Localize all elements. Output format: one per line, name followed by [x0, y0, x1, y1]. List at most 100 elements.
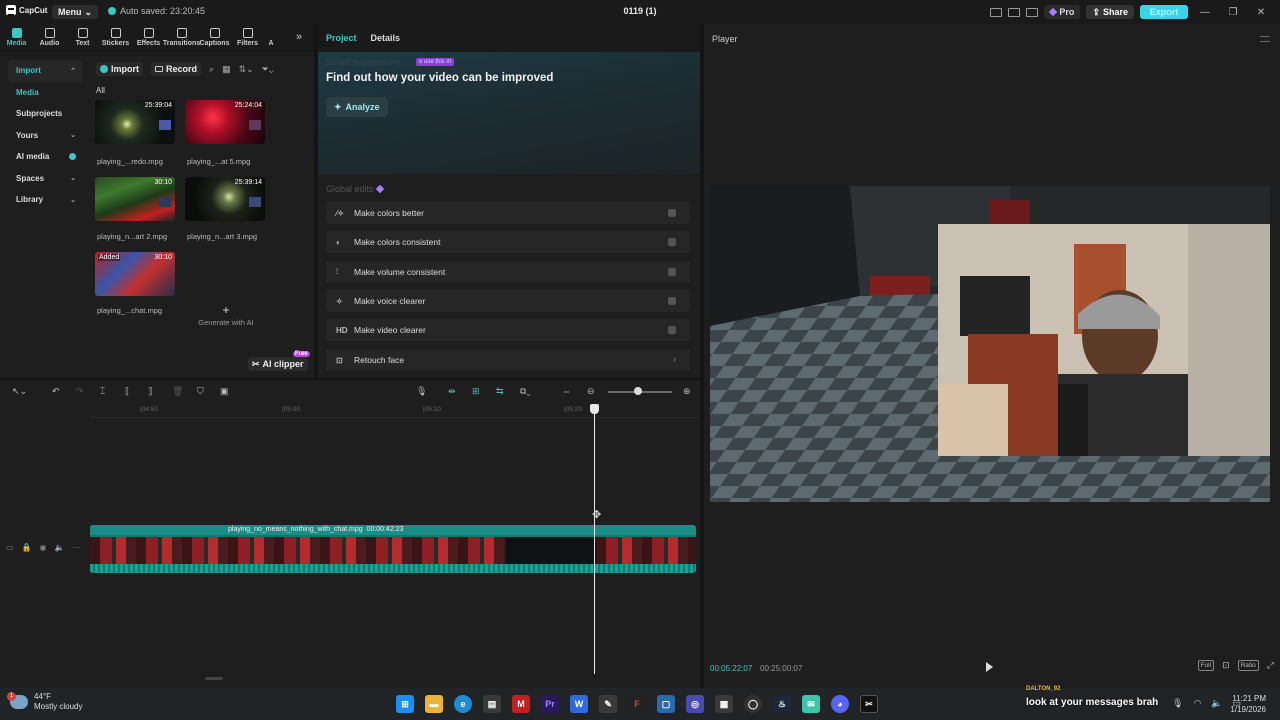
more-tabs-icon[interactable]: » — [296, 31, 302, 43]
discord-icon[interactable]: ◕ — [831, 695, 849, 713]
tab-transitions[interactable]: Transitions — [163, 24, 200, 52]
fit-icon[interactable]: ⇔ — [562, 386, 571, 396]
snap-icon[interactable]: ⇆ — [496, 386, 504, 397]
video-preview[interactable] — [710, 186, 1270, 502]
tab-adjust[interactable]: A — [264, 24, 278, 52]
zoom-slider-knob[interactable] — [634, 387, 642, 395]
analyze-button[interactable]: ✦ Analyze — [326, 97, 388, 117]
obs-icon[interactable]: ◎ — [686, 695, 704, 713]
search-icon[interactable]: ⌕ — [209, 64, 214, 75]
edit-make-colors-better[interactable]: ⁄✧ Make colors better — [326, 202, 690, 224]
screenshot-icon[interactable]: ⊡ — [1222, 660, 1230, 671]
project-title[interactable]: 0119 (1) — [560, 6, 720, 16]
trim-left-icon[interactable]: ⟦ — [125, 386, 129, 397]
tab-filters[interactable]: Filters — [231, 24, 264, 52]
ai-clipper-button[interactable]: ✂ AI clipper Free — [248, 351, 310, 371]
tab-media[interactable]: Media — [0, 24, 33, 52]
sidebar-item-ai-media[interactable]: AI media — [8, 146, 82, 168]
tab-effects[interactable]: Effects — [132, 24, 165, 52]
volume-tray-icon[interactable]: 🔈 — [1211, 698, 1222, 709]
playhead[interactable] — [594, 406, 595, 674]
edit-make-video-clearer[interactable]: HD Make video clearer — [326, 319, 690, 341]
record-button[interactable]: Record — [151, 62, 202, 76]
split-icon[interactable]: ⌶ — [100, 386, 105, 397]
weather-widget[interactable]: 1 44°F Mostly cloudy — [7, 692, 82, 712]
sidebar-item-media[interactable]: Media — [8, 82, 82, 104]
eye-icon[interactable]: ◉ — [40, 543, 47, 552]
toggle[interactable] — [668, 238, 676, 246]
zoom-out-icon[interactable]: ⊖ — [587, 386, 595, 397]
file-explorer-icon[interactable]: ▬ — [425, 695, 443, 713]
trim-right-icon[interactable]: ⟧ — [148, 386, 152, 397]
f-app-icon[interactable]: F — [628, 695, 646, 713]
toggle[interactable] — [668, 209, 676, 217]
menu-icon[interactable] — [1260, 36, 1270, 42]
shortcuts-icon[interactable] — [1026, 7, 1039, 17]
track-cover-icon[interactable]: ▭ — [6, 543, 14, 552]
marker-icon[interactable]: ⛉ — [197, 386, 204, 397]
import-button[interactable]: Import — [96, 62, 143, 76]
media-thumbnail[interactable]: 25:39:14 — [185, 177, 265, 221]
media-thumbnail[interactable]: 30:10 — [95, 177, 175, 221]
tab-project[interactable]: Project — [326, 33, 357, 43]
tab-text[interactable]: Text — [66, 24, 99, 52]
windows-start-icon[interactable]: ⊞ — [396, 695, 414, 713]
toggle[interactable] — [668, 297, 676, 305]
tab-details[interactable]: Details — [371, 33, 401, 43]
tab-audio[interactable]: Audio — [33, 24, 66, 52]
preview-axis-icon[interactable]: ⧉⌄ — [520, 386, 531, 397]
settings-list-icon[interactable] — [1008, 7, 1021, 17]
window-app-icon[interactable]: ▢ — [657, 695, 675, 713]
share-button[interactable]: ⇪ Share — [1086, 5, 1134, 19]
play-icon[interactable] — [986, 662, 993, 672]
generate-with-ai-card[interactable]: + Generate with AI — [186, 302, 266, 346]
store-icon[interactable]: ▤ — [483, 695, 501, 713]
time-ruler[interactable]: |04:50 |05:00 |05:10 |05:20 — [90, 404, 700, 418]
media-thumbnail[interactable]: Added 30:10 — [95, 252, 175, 296]
chat-app-icon[interactable]: ✉ — [802, 695, 820, 713]
edit-make-voice-clearer[interactable]: ✧ Make voice clearer — [326, 290, 690, 312]
premiere-icon[interactable]: Pr — [541, 695, 559, 713]
export-button[interactable]: Export — [1140, 5, 1188, 19]
steam-icon[interactable]: ♨ — [773, 695, 791, 713]
playhead-handle[interactable] — [590, 404, 599, 414]
video-clip[interactable]: playing_no_means_nothing_with_chat.mpg 0… — [90, 525, 696, 573]
layout-icon[interactable] — [990, 7, 1003, 17]
pro-button[interactable]: Pro — [1044, 5, 1081, 19]
sidebar-item-subprojects[interactable]: Subprojects — [8, 103, 82, 125]
fullscreen-icon[interactable]: ⤢ — [1267, 660, 1274, 671]
ratio-button[interactable]: Ratio — [1237, 660, 1259, 671]
microphone-tray-icon[interactable]: 🎙 — [1172, 698, 1183, 709]
wifi-icon[interactable]: ◠ — [1193, 698, 1201, 709]
full-button[interactable]: Full — [1197, 660, 1215, 671]
maximize-icon[interactable]: ❐ — [1222, 7, 1244, 18]
menu-button[interactable]: Menu ⌄ — [52, 5, 99, 19]
edit-make-colors-consistent[interactable]: ◐ Make colors consistent — [326, 231, 690, 253]
redo-icon[interactable]: ↷ — [76, 386, 84, 397]
grid-view-icon[interactable]: ▦ — [222, 64, 231, 75]
media-thumbnail[interactable]: 25:24:04 — [185, 100, 265, 144]
mcafee-icon[interactable]: M — [512, 695, 530, 713]
minimize-icon[interactable]: — — [1194, 7, 1216, 18]
horizontal-scrollbar[interactable] — [205, 677, 223, 680]
edit-make-volume-consistent[interactable]: ⫶ Make volume consistent — [326, 261, 690, 283]
edit-retouch-face[interactable]: ⊡ Retouch face › — [326, 349, 690, 371]
sort-icon[interactable]: ⇅⌄ — [239, 64, 254, 75]
sidebar-item-spaces[interactable]: Spaces ⌄ — [8, 168, 82, 190]
all-filter-label[interactable]: All — [96, 86, 105, 95]
github-icon[interactable]: ◯ — [744, 695, 762, 713]
edge-icon[interactable]: e — [454, 695, 472, 713]
more-icon[interactable]: ⋯ — [72, 543, 80, 552]
calculator-icon[interactable]: ▦ — [715, 695, 733, 713]
capcut-taskbar-icon[interactable]: ✂ — [860, 695, 878, 713]
clock[interactable]: 11:21 PM 1/19/2026 — [1230, 693, 1266, 715]
filter-icon[interactable]: ⏷⌄ — [262, 64, 274, 75]
close-icon[interactable]: ✕ — [1250, 7, 1272, 18]
toggle[interactable] — [668, 326, 676, 334]
sidebar-item-yours[interactable]: Yours ⌄ — [8, 125, 82, 147]
lock-icon[interactable]: 🔒 — [22, 543, 32, 552]
tab-captions[interactable]: Captions — [198, 24, 231, 52]
zoom-in-icon[interactable]: ⊕ — [683, 386, 691, 397]
tab-stickers[interactable]: Stickers — [99, 24, 132, 52]
sidebar-item-import[interactable]: Import ⌃ — [8, 60, 82, 82]
